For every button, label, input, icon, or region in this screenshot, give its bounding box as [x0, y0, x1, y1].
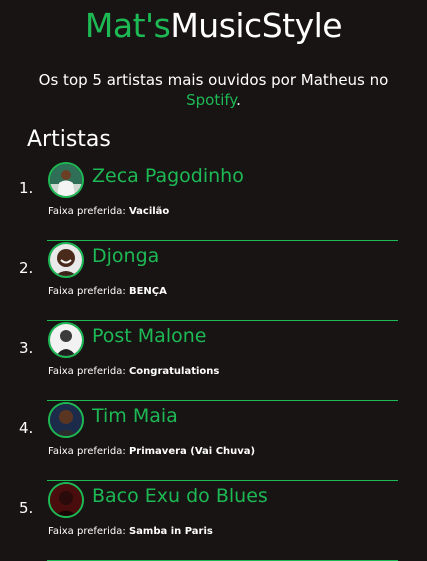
artist-name[interactable]: Tim Maia — [92, 405, 178, 427]
artist-name[interactable]: Djonga — [92, 245, 159, 267]
artist-name[interactable]: Baco Exu do Blues — [92, 485, 268, 507]
favorite-track: Faixa preferida: Samba in Paris — [48, 526, 213, 537]
favorite-track-value: Samba in Paris — [128, 526, 213, 537]
subtitle-text: Os top 5 artistas mais ouvidos por Mathe… — [38, 71, 389, 89]
favorite-track: Faixa preferida: Vacilão — [48, 206, 169, 217]
spotify-link[interactable]: Spotify — [186, 91, 236, 109]
artist-name[interactable]: Zeca Pagodinho — [92, 165, 244, 187]
favorite-track-label: Faixa preferida: — [48, 366, 129, 377]
artists-heading: Artistas — [27, 127, 111, 152]
artist-avatar — [48, 162, 84, 198]
favorite-track-label: Faixa preferida: — [48, 206, 129, 217]
baco-exu-do-blues-photo — [50, 484, 82, 516]
favorite-track: Faixa preferida: Primavera (Vai Chuva) — [48, 446, 255, 457]
favorite-track-label: Faixa preferida: — [48, 446, 129, 457]
favorite-track-label: Faixa preferida: — [48, 526, 129, 537]
title-part-mats: Mat's — [84, 6, 171, 45]
page-subtitle: Os top 5 artistas mais ouvidos por Mathe… — [18, 70, 409, 110]
post-malone-photo — [50, 324, 82, 356]
favorite-track: Faixa preferida: BENÇA — [48, 286, 167, 297]
favorite-track-value: BENÇA — [128, 286, 167, 297]
artist-name[interactable]: Post Malone — [92, 325, 206, 347]
page-title: Mat'sMusicStyle — [0, 6, 427, 46]
tim-maia-photo — [50, 404, 82, 436]
artist-rank: 5. — [19, 499, 34, 517]
title-part-musicstyle: MusicStyle — [170, 6, 343, 45]
artist-avatar — [48, 322, 84, 358]
artist-item: 4. Tim Maia Faixa preferida: Primavera (… — [19, 402, 398, 481]
artist-list: 1. Zeca Pagodinho Faixa preferida: Vacil… — [0, 162, 427, 561]
favorite-track-value: Primavera (Vai Chuva) — [128, 446, 256, 457]
artist-avatar — [48, 482, 84, 518]
artist-item: 1. Zeca Pagodinho Faixa preferida: Vacil… — [19, 162, 398, 241]
subtitle-end: . — [236, 91, 241, 109]
djonga-photo — [50, 244, 82, 276]
artist-item: 2. Djonga Faixa preferida: BENÇA — [19, 242, 398, 321]
artist-rank: 2. — [19, 259, 34, 277]
favorite-track-value: Congratulations — [128, 366, 220, 377]
artist-rank: 1. — [19, 179, 34, 197]
favorite-track-value: Vacilão — [128, 206, 170, 217]
artist-avatar — [48, 242, 84, 278]
zeca-pagodinho-photo — [50, 164, 82, 196]
artist-rank: 4. — [19, 419, 34, 437]
artist-avatar — [48, 402, 84, 438]
artist-rank: 3. — [19, 339, 34, 357]
artist-item: 5. Baco Exu do Blues Faixa preferida: Sa… — [19, 482, 398, 561]
favorite-track: Faixa preferida: Congratulations — [48, 366, 219, 377]
artist-item: 3. Post Malone Faixa preferida: Congratu… — [19, 322, 398, 401]
favorite-track-label: Faixa preferida: — [48, 286, 129, 297]
